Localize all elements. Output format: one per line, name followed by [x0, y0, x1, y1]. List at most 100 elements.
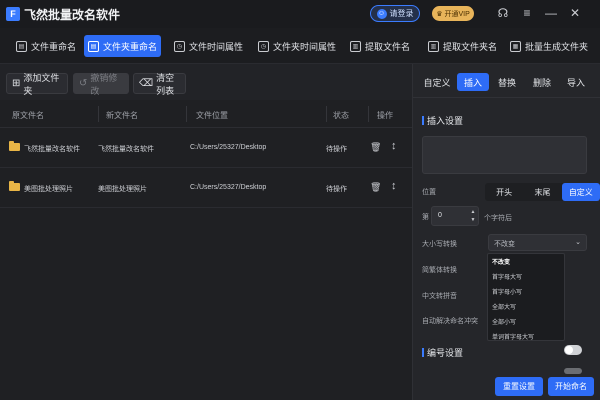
headset-icon[interactable]: ☊: [495, 5, 511, 21]
extra-toggle[interactable]: [564, 368, 582, 374]
crown-icon: ♛: [436, 10, 443, 18]
tab-label: 文件重命名: [31, 41, 77, 52]
minimize-icon[interactable]: —: [543, 5, 559, 21]
spin-arrows-icon[interactable]: ▲ ▼: [469, 208, 477, 224]
traditional-label: 简繁体转换: [422, 267, 457, 274]
case-option[interactable]: 首字母大写: [492, 272, 522, 281]
file-icon: ▤: [16, 40, 27, 52]
tab-label: 文件时间属性: [189, 41, 244, 52]
case-option[interactable]: 全部大写: [492, 302, 516, 311]
folder-icon: [9, 181, 20, 191]
numbering-section-title: 编号设置: [422, 346, 463, 359]
case-label: 大小写转换: [422, 241, 457, 248]
settings-tabs: 自定义 插入 替换 删除 导入: [413, 64, 600, 98]
col-status: 状态: [333, 111, 349, 120]
cell-status: 待操作: [326, 186, 347, 193]
tab-folder-rename[interactable]: ▤ 文件夹重命名: [84, 35, 162, 57]
pinyin-label: 中文转拼音: [422, 293, 457, 300]
col-divider[interactable]: [368, 106, 369, 122]
trash-icon[interactable]: 🗑: [370, 142, 381, 153]
clock-icon: ◷: [258, 40, 269, 52]
clock-icon: ◷: [174, 40, 185, 52]
case-option[interactable]: 全部小写: [492, 317, 516, 326]
user-icon: ☺: [376, 8, 387, 19]
case-value: 不改变: [494, 241, 515, 248]
table-row[interactable]: 美图批处理照片 美图批处理照片 C:/Users/25327/Desktop 待…: [0, 168, 412, 208]
index-stepper[interactable]: 0 ▲ ▼: [431, 206, 479, 226]
app-window: F 飞然批量改名软件 ☺ 请登录 ♛ 开通VIP ☊ ≡ — ✕ ▤ 文件重命名…: [0, 0, 600, 400]
vip-label: 开通VIP: [444, 10, 470, 18]
tab-file-time[interactable]: ◷ 文件时间属性: [170, 35, 247, 57]
cell-new-name: 飞然批量改名软件: [98, 146, 154, 153]
tab-folder-time[interactable]: ◷ 文件夹时间属性: [254, 35, 340, 57]
tab-file-rename[interactable]: ▤ 文件重命名: [12, 35, 80, 57]
insert-title-text: 插入设置: [427, 116, 464, 126]
conflict-label: 自动解决命名冲突: [422, 318, 478, 325]
add-folder-button[interactable]: ⊞ 添加文件夹: [6, 72, 68, 96]
toolbar: ⊞ 添加文件夹 ↺ 撤销修改 ⌫ 清空列表: [0, 64, 412, 100]
cell-original-name: 美图批处理照片: [24, 186, 73, 193]
clear-list-button[interactable]: ⌫ 清空列表: [133, 72, 186, 96]
tab-batch-folders[interactable]: ▦ 批量生成文件夹: [506, 35, 592, 57]
index-value: 0: [438, 212, 442, 219]
tab-delete[interactable]: 删除: [527, 73, 557, 91]
tab-extract-filename[interactable]: ▥ 提取文件名: [346, 35, 414, 57]
tab-replace[interactable]: 替换: [492, 73, 522, 91]
move-icon[interactable]: ↕: [391, 180, 397, 192]
position-start[interactable]: 开头: [485, 183, 523, 201]
menu-icon[interactable]: ≡: [519, 5, 535, 21]
position-end[interactable]: 末尾: [523, 183, 561, 201]
numbering-toggle[interactable]: [564, 345, 582, 355]
table-row[interactable]: 飞然批量改名软件 飞然批量改名软件 C:/Users/25327/Desktop…: [0, 128, 412, 168]
index-prefix: 第: [422, 214, 429, 221]
app-logo-icon: F: [6, 7, 20, 21]
start-rename-button[interactable]: 开始命名: [548, 377, 594, 396]
settings-panel: 自定义 插入 替换 删除 导入 插入设置 位置 开头 末尾 自定义 第 0 ▲ ▼…: [412, 64, 600, 400]
col-location: 文件位置: [196, 111, 228, 120]
col-original-name: 原文件名: [12, 111, 44, 120]
case-option[interactable]: 不改变: [492, 257, 510, 266]
col-new-name: 新文件名: [106, 111, 138, 120]
tab-label: 批量生成文件夹: [525, 41, 589, 52]
title-bar: F 飞然批量改名软件 ☺ 请登录 ♛ 开通VIP ☊ ≡ — ✕: [0, 0, 600, 28]
case-select[interactable]: 不改变 ⌄: [488, 234, 587, 251]
login-button[interactable]: ☺ 请登录: [370, 5, 420, 22]
clear-icon: ⌫: [139, 78, 154, 89]
case-option[interactable]: 单词首字母大写: [492, 332, 534, 341]
plus-icon: ⊞: [12, 78, 21, 89]
insert-section-title: 插入设置: [422, 114, 463, 127]
tab-insert[interactable]: 插入: [457, 73, 489, 91]
cell-location: C:/Users/25327/Desktop: [190, 144, 267, 151]
chevron-down-icon: ⌄: [575, 239, 581, 246]
undo-label: 撤销修改: [90, 72, 118, 96]
index-suffix: 个字符后: [484, 215, 512, 222]
cell-new-name: 美图批处理照片: [98, 186, 147, 193]
vip-button[interactable]: ♛ 开通VIP: [432, 6, 474, 21]
cell-status: 待操作: [326, 146, 347, 153]
cell-location: C:/Users/25327/Desktop: [190, 184, 267, 191]
move-icon[interactable]: ↕: [391, 140, 397, 152]
clear-label: 清空列表: [156, 72, 175, 96]
tab-import[interactable]: 导入: [561, 73, 591, 91]
trash-icon[interactable]: 🗑: [370, 182, 381, 193]
col-divider[interactable]: [326, 106, 327, 122]
undo-button[interactable]: ↺ 撤销修改: [73, 72, 129, 96]
case-dropdown: 不改变 首字母大写 首字母小写 全部大写 全部小写 单词首字母大写: [487, 253, 565, 341]
reset-button[interactable]: 重置设置: [495, 377, 543, 396]
col-divider[interactable]: [186, 106, 187, 122]
table-header: 原文件名 新文件名 文件位置 状态 操作: [0, 100, 412, 128]
tab-extract-foldername[interactable]: ▥ 提取文件夹名: [424, 35, 501, 57]
tab-label: 文件夹重命名: [103, 41, 158, 52]
case-option[interactable]: 首字母小写: [492, 287, 522, 296]
close-icon[interactable]: ✕: [567, 5, 583, 21]
position-custom[interactable]: 自定义: [561, 183, 600, 201]
tab-label: 文件夹时间属性: [273, 41, 337, 52]
mode-tab-bar: ▤ 文件重命名 ▤ 文件夹重命名 ◷ 文件时间属性 ◷ 文件夹时间属性 ▥ 提取…: [0, 28, 600, 64]
add-folder-label: 添加文件夹: [23, 72, 60, 96]
col-divider[interactable]: [98, 106, 99, 122]
tab-custom[interactable]: 自定义: [419, 73, 455, 91]
insert-text-input[interactable]: [422, 136, 587, 174]
batch-folder-icon: ▦: [510, 40, 521, 52]
app-title: 飞然批量改名软件: [24, 7, 121, 22]
undo-icon: ↺: [79, 78, 88, 89]
